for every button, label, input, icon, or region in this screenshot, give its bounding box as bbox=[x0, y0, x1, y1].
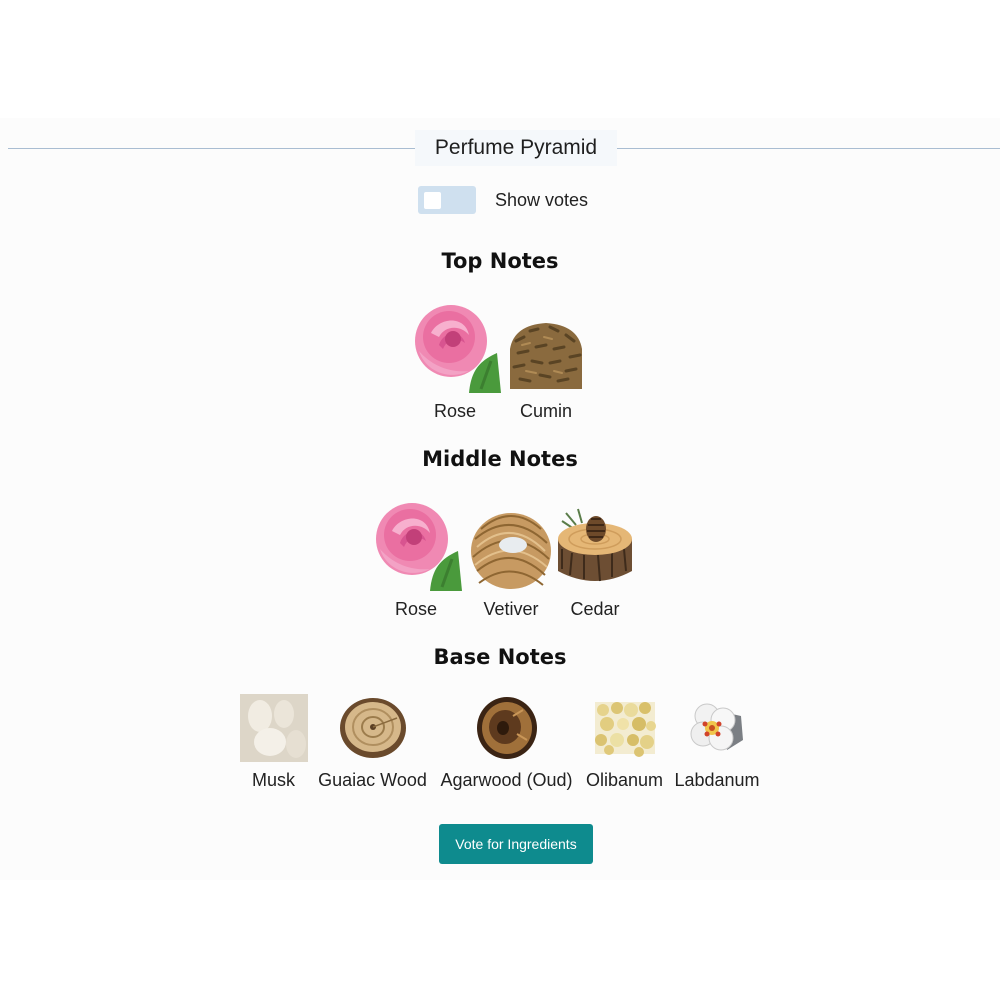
top-notes-row: Rose Cumin bbox=[0, 301, 1000, 422]
middle-notes-title: Middle Notes bbox=[422, 447, 578, 471]
top-notes-title: Top Notes bbox=[441, 249, 559, 273]
labdanum-icon bbox=[690, 703, 743, 751]
base-notes-title: Base Notes bbox=[433, 645, 567, 669]
note-label: Rose bbox=[433, 401, 477, 421]
note-vetiver[interactable]: Vetiver bbox=[464, 499, 558, 620]
note-label: Guaiac Wood bbox=[318, 770, 427, 790]
note-cumin[interactable]: Cumin bbox=[501, 301, 591, 422]
show-votes-row: Show votes bbox=[418, 185, 588, 215]
note-olibanum[interactable]: Olibanum bbox=[579, 694, 670, 791]
note-label: Rose bbox=[394, 599, 438, 619]
musk-icon bbox=[239, 694, 308, 762]
note-label: Olibanum bbox=[585, 770, 664, 790]
divider-left bbox=[8, 148, 415, 149]
note-label: Labdanum bbox=[674, 770, 760, 790]
note-rose[interactable]: Rose bbox=[409, 301, 501, 422]
olibanum-icon bbox=[594, 702, 656, 757]
base-notes-row: Musk Guaiac Wood Agarwood (Oud) Olibanum… bbox=[0, 694, 1000, 791]
note-rose-middle[interactable]: Rose bbox=[368, 499, 464, 620]
cedar-icon bbox=[558, 508, 632, 582]
pyramid-title: Perfume Pyramid bbox=[415, 130, 617, 166]
note-label: Musk bbox=[251, 770, 295, 790]
note-label: Vetiver bbox=[483, 599, 539, 619]
note-label: Cumin bbox=[519, 401, 572, 421]
rose-icon bbox=[376, 503, 462, 591]
note-musk[interactable]: Musk bbox=[236, 694, 311, 791]
note-label: Agarwood (Oud) bbox=[440, 770, 573, 790]
note-guaiac-wood[interactable]: Guaiac Wood bbox=[311, 694, 434, 791]
toggle-knob bbox=[424, 192, 441, 209]
vetiver-icon bbox=[471, 513, 551, 589]
divider-right bbox=[617, 148, 1000, 149]
show-votes-toggle[interactable] bbox=[418, 186, 476, 214]
rose-icon bbox=[415, 305, 501, 393]
guaiac-wood-icon bbox=[339, 698, 406, 758]
middle-notes-row: Rose Vetiver Cedar bbox=[0, 499, 1000, 620]
show-votes-label: Show votes bbox=[495, 189, 589, 210]
pyramid-header: Perfume Pyramid bbox=[0, 130, 1000, 166]
vote-for-ingredients-button[interactable]: Vote for Ingredients bbox=[439, 824, 593, 864]
cumin-icon bbox=[510, 323, 582, 389]
agarwood-icon bbox=[476, 697, 537, 759]
note-labdanum[interactable]: Labdanum bbox=[670, 694, 764, 791]
note-label: Cedar bbox=[570, 599, 620, 619]
note-agarwood[interactable]: Agarwood (Oud) bbox=[434, 694, 579, 791]
note-cedar[interactable]: Cedar bbox=[558, 499, 632, 620]
